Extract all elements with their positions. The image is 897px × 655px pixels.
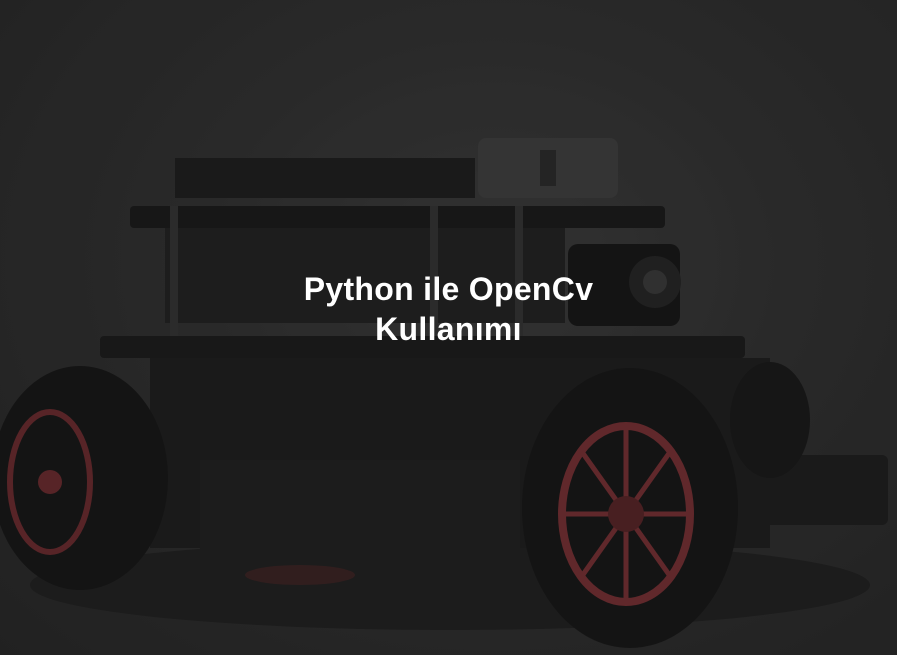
hero-title: Python ile OpenCv Kullanımı [0,269,897,349]
hero-banner: Python ile OpenCv Kullanımı [0,0,897,655]
hero-title-line-1: Python ile OpenCv [303,271,594,308]
hero-title-line-2: Kullanımı [375,311,522,348]
